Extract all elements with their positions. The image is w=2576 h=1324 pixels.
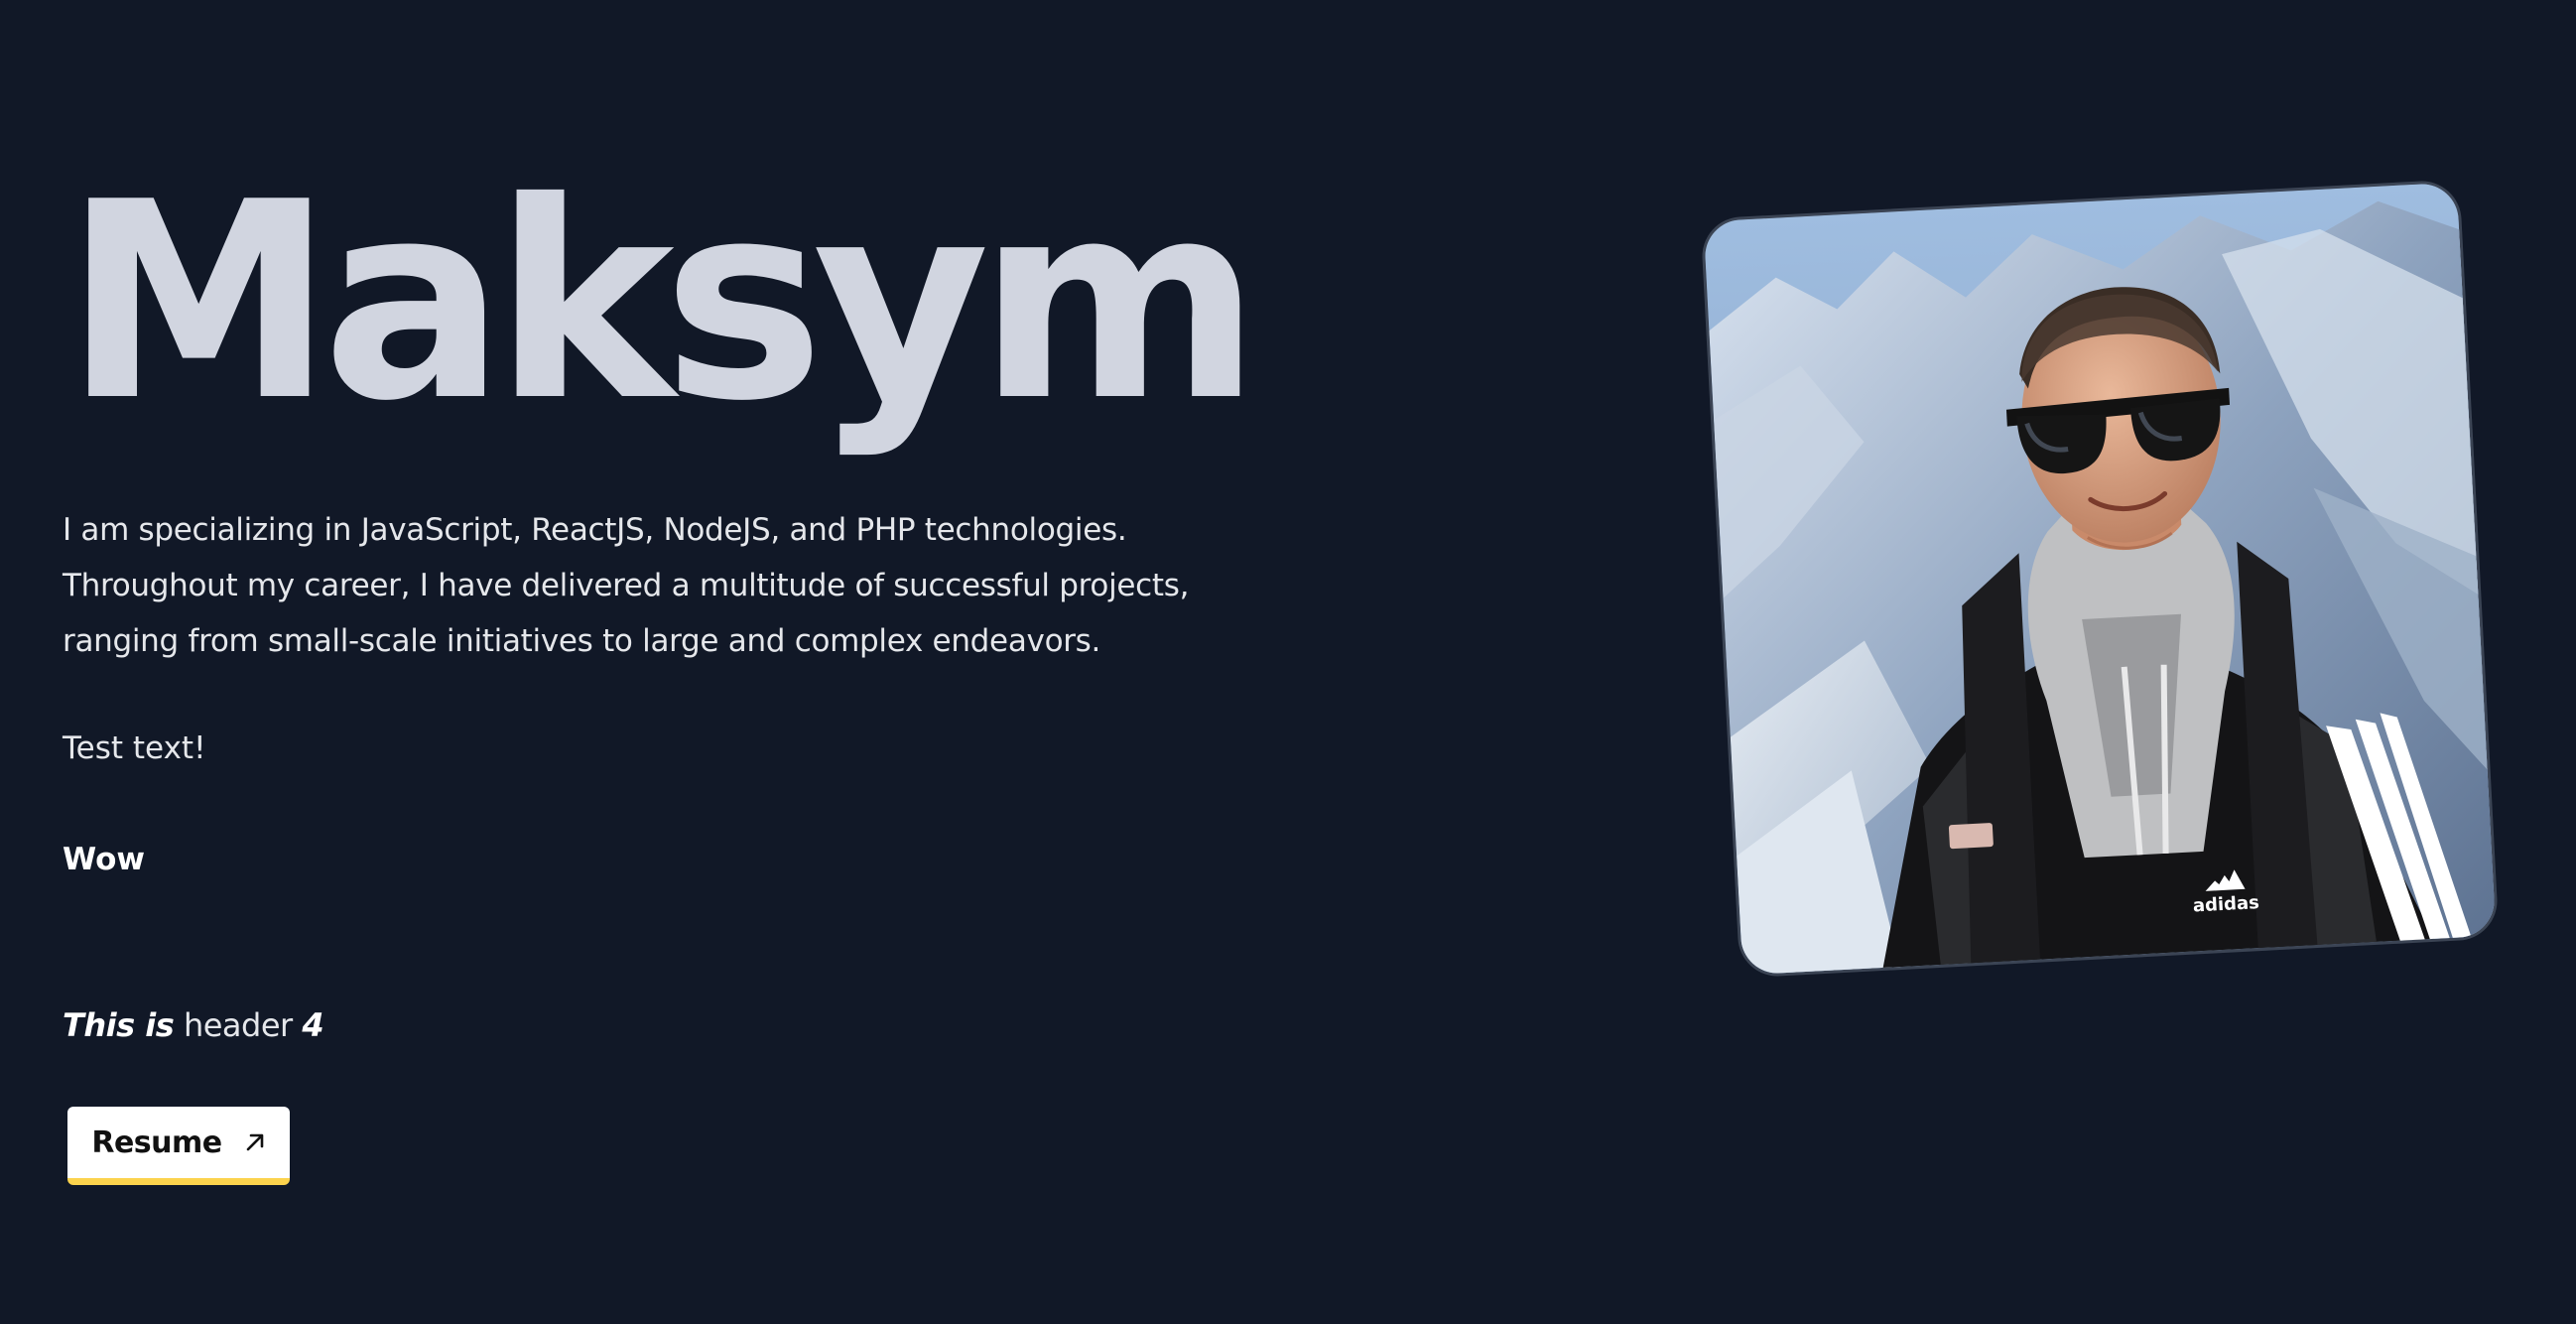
header-4: This is header 4 <box>63 1002 324 1048</box>
hero-name: Maksym <box>64 144 1261 461</box>
portrait-photo-illustration: adidas <box>1703 182 2500 979</box>
wow-text: Wow <box>63 842 146 877</box>
hero-section: Maksym I am specializing in JavaScript, … <box>0 0 2576 1324</box>
arrow-up-right-icon <box>244 1131 266 1153</box>
resume-button-label: Resume <box>91 1125 222 1160</box>
header-4-emphasis: This is <box>63 1006 175 1044</box>
resume-button[interactable]: Resume <box>67 1107 290 1185</box>
header-4-number: 4 <box>302 1006 324 1044</box>
test-text: Test text! <box>63 730 206 766</box>
profile-photo: adidas <box>1700 179 2500 979</box>
photo-logo-text: adidas <box>2192 892 2259 916</box>
header-4-text: header <box>183 1006 293 1044</box>
intro-paragraph: I am specializing in JavaScript, ReactJS… <box>63 512 1190 659</box>
